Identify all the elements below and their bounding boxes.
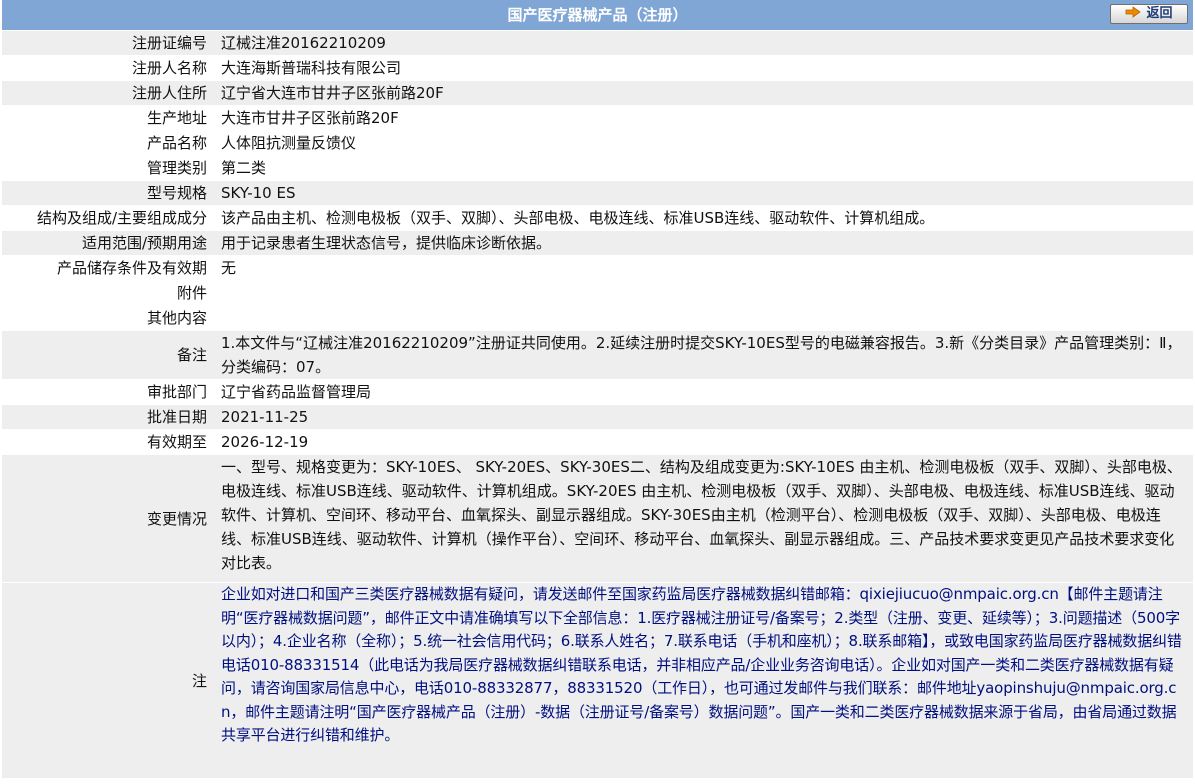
field-value: 一、型号、规格变更为：SKY-10ES、 SKY-20ES、SKY-30ES二、… [221,458,1182,572]
row-production-address: 生产地址 大连市甘井子区张前路20F [2,106,1193,131]
field-value: 2026-12-19 [221,433,309,451]
field-label: 注册证编号 [131,34,207,52]
field-label: 审批部门 [146,383,207,401]
arrow-right-icon [1126,6,1142,18]
row-storage-conditions: 产品储存条件及有效期 无 [2,256,1193,281]
row-registrant-address: 注册人住所 辽宁省大连市甘井子区张前路20F [2,81,1193,106]
field-value: 辽宁省药品监督管理局 [221,383,372,401]
field-label: 产品名称 [146,134,207,152]
field-label: 有效期至 [146,433,207,451]
row-model-spec: 型号规格 SKY-10 ES [2,181,1193,206]
field-value: 2021-11-25 [221,408,309,426]
row-other-content: 其他内容 [2,306,1193,331]
note-text: 企业如对进口和国产三类医疗器械数据有疑问，请发送邮件至国家药监局医疗器械数据纠错… [221,585,1182,744]
row-product-name: 产品名称 人体阻抗测量反馈仪 [2,131,1193,156]
field-value: 用于记录患者生理状态信号，提供临床诊断依据。 [221,234,552,252]
field-label: 管理类别 [146,159,207,177]
field-value: 大连市甘井子区张前路20F [221,109,399,127]
field-label: 变更情况 [146,509,207,528]
field-label: 适用范围/预期用途 [81,234,207,252]
field-value: 大连海斯普瑞科技有限公司 [221,59,402,77]
page-title: 国产医疗器械产品（注册） [507,6,688,24]
page-header: 国产医疗器械产品（注册） 返回 [2,0,1193,31]
field-value: SKY-10 ES [221,184,296,202]
field-label: 产品储存条件及有效期 [56,259,207,277]
field-value: 第二类 [221,159,267,177]
field-label: 附件 [176,284,207,302]
field-label: 生产地址 [146,109,207,127]
back-button-label: 返回 [1146,6,1173,21]
row-attachments: 附件 [2,281,1193,306]
field-value: 该产品由主机、检测电极板（双手、双脚）、头部电极、电极连线、标准USB连线、驱动… [221,209,935,227]
detail-table: 注册证编号 辽械注准20162210209 注册人名称 大连海斯普瑞科技有限公司… [2,31,1193,779]
row-structure-composition: 结构及组成/主要组成成分 该产品由主机、检测电极板（双手、双脚）、头部电极、电极… [2,206,1193,231]
field-value [209,306,1193,330]
row-registrant-name: 注册人名称 大连海斯普瑞科技有限公司 [2,56,1193,81]
row-intended-use: 适用范围/预期用途 用于记录患者生理状态信号，提供临床诊断依据。 [2,231,1193,256]
field-value: 无 [221,259,237,277]
field-value [209,281,1193,305]
field-label: 注 [191,671,207,690]
field-label: 注册人名称 [131,59,207,77]
row-valid-until: 有效期至 2026-12-19 [2,430,1193,455]
field-value: 辽械注准20162210209 [221,34,386,52]
field-value: 辽宁省大连市甘井子区张前路20F [221,84,444,102]
row-change-history: 变更情况 一、型号、规格变更为：SKY-10ES、 SKY-20ES、SKY-3… [2,455,1193,583]
row-approval-department: 审批部门 辽宁省药品监督管理局 [2,380,1193,405]
back-button[interactable]: 返回 [1110,4,1188,24]
row-remarks: 备注 1.本文件与“辽械注准20162210209”注册证共同使用。2.延续注册… [2,331,1193,380]
page: 国产医疗器械产品（注册） 返回 注册证编号 辽械注准20162210209 注册… [0,0,1195,784]
field-label: 批准日期 [146,408,207,426]
field-label: 型号规格 [146,184,207,202]
row-note: 注 企业如对进口和国产三类医疗器械数据有疑问，请发送邮件至国家药监局医疗器械数据… [2,583,1193,779]
field-value: 1.本文件与“辽械注准20162210209”注册证共同使用。2.延续注册时提交… [221,334,1182,376]
field-label: 注册人住所 [131,84,207,102]
row-registration-number: 注册证编号 辽械注准20162210209 [2,31,1193,56]
field-label: 其他内容 [146,309,207,327]
row-approval-date: 批准日期 2021-11-25 [2,405,1193,430]
row-management-category: 管理类别 第二类 [2,156,1193,181]
field-label: 备注 [176,346,207,364]
field-value: 人体阻抗测量反馈仪 [221,134,357,152]
field-label: 结构及组成/主要组成成分 [36,209,207,227]
